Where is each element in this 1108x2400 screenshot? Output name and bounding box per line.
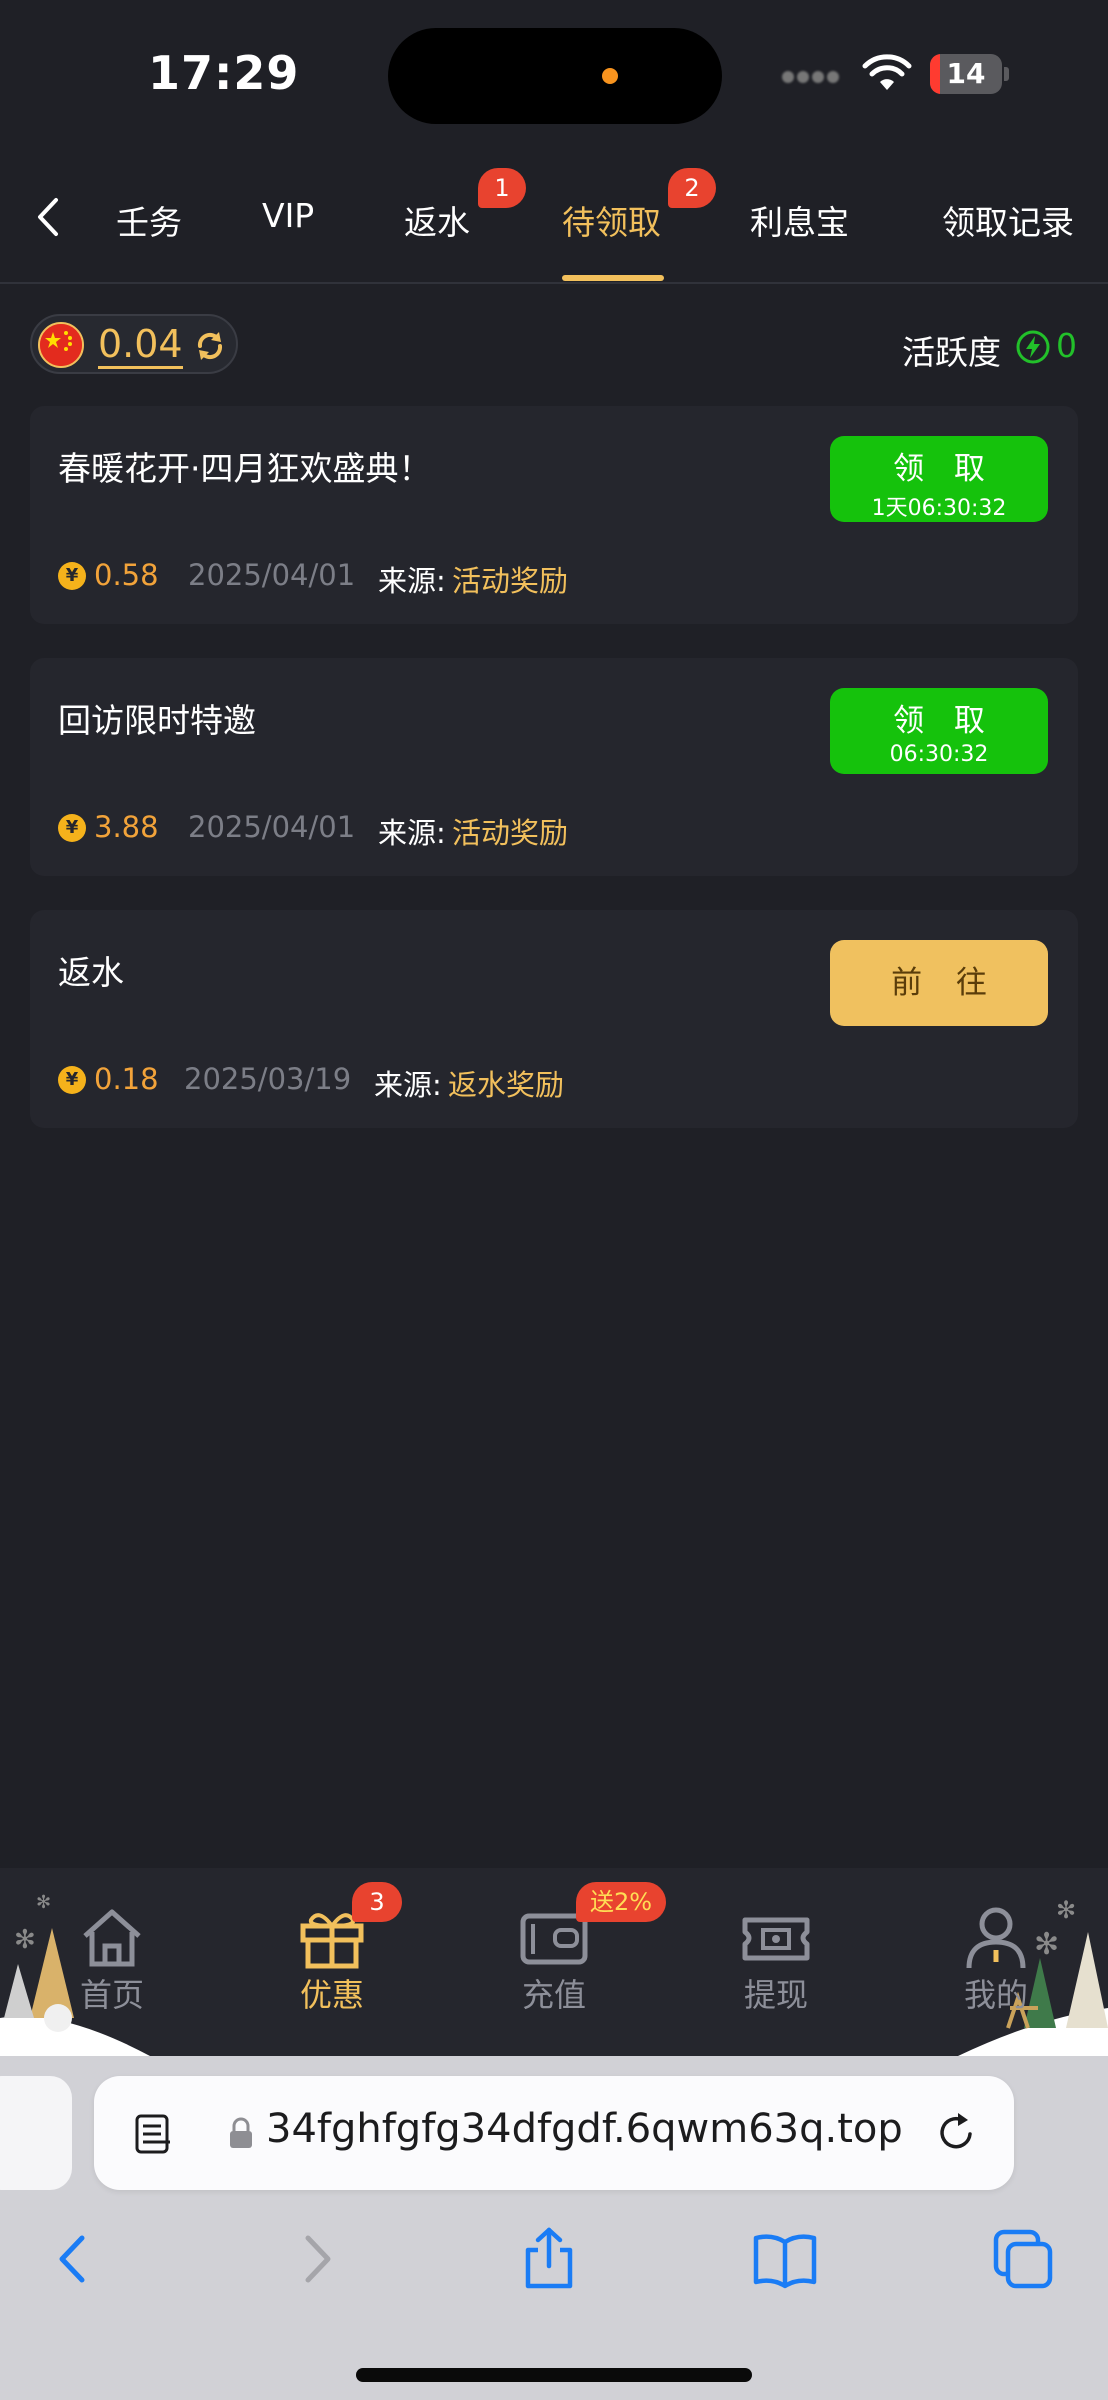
bottom-nav: ✻ ✻ ✻ ✻ 首页 优惠 3 充值 送2% 提现 我的 (0, 1868, 1108, 2056)
forward-icon[interactable] (280, 2224, 350, 2294)
nav-deposit-promo-badge: 送2% (576, 1882, 666, 1922)
back-icon[interactable] (40, 2224, 110, 2294)
refresh-icon[interactable] (192, 328, 228, 364)
nav-deposit-label: 充值 (521, 1976, 586, 2014)
status-time: 17:29 (148, 46, 300, 100)
china-flag-icon (38, 322, 84, 368)
claim-countdown: 1天06:30:32 (871, 496, 1007, 521)
balance-pill[interactable]: 0.04 (30, 314, 238, 374)
nav-profile-label: 我的 (963, 1976, 1028, 2014)
yuan-coin-icon: ¥ (58, 814, 86, 842)
status-bar: 17:29 14 (0, 0, 1108, 150)
reward-date: 2025/03/19 (184, 1062, 352, 1096)
url-text: 34fghfgfg34dfgdf.6qwm63q.top (266, 2106, 903, 2152)
nav-home-label: 首页 (79, 1976, 144, 2014)
battery-level: 14 (946, 57, 986, 90)
reward-title: 春暖花开·四月狂欢盛典！ (58, 449, 432, 488)
tab-tasks[interactable]: 壬务 (116, 196, 182, 244)
reward-card: 春暖花开·四月狂欢盛典！ ¥ 0.58 2025/04/01 来源: 活动奖励 … (30, 406, 1078, 624)
claim-button[interactable]: 领 取 1天06:30:32 (830, 436, 1048, 522)
camera-indicator-dot (602, 68, 618, 84)
reward-amount: 0.58 (94, 558, 159, 592)
svg-text:✻: ✻ (14, 1925, 36, 1955)
address-bar[interactable]: 34fghfgfg34dfgdf.6qwm63q.top (94, 2076, 1014, 2190)
reader-mode-icon[interactable] (134, 2112, 174, 2156)
claim-countdown: 06:30:32 (889, 742, 989, 767)
withdraw-icon (742, 1917, 810, 1961)
yuan-coin-icon: ¥ (58, 562, 86, 590)
tab-claim-history[interactable]: 领取记录 (942, 196, 1074, 244)
reward-date: 2025/04/01 (188, 558, 356, 592)
go-button[interactable]: 前 往 (830, 940, 1048, 1026)
yuan-coin-icon: ¥ (58, 1066, 86, 1094)
claim-button-label: 领 取 (893, 703, 995, 739)
nav-offers-badge: 3 (352, 1882, 402, 1922)
bookmarks-icon[interactable] (750, 2224, 820, 2294)
back-chevron-icon[interactable] (28, 192, 68, 242)
previous-tab-card[interactable] (0, 2076, 72, 2190)
reward-title: 返水 (58, 953, 124, 992)
tab-pending-claim-badge: 2 (668, 168, 716, 208)
nav-home[interactable]: 首页 (42, 1902, 182, 2042)
reward-source-value: 活动奖励 (452, 564, 569, 598)
claim-button-label: 领 取 (893, 451, 995, 487)
home-indicator[interactable] (356, 2368, 752, 2382)
home-icon (83, 1909, 141, 1967)
reward-card: 返水 ¥ 0.18 2025/03/19 来源: 返水奖励 前 往 (30, 910, 1078, 1128)
tab-pending-claim[interactable]: 待领取 (562, 196, 661, 244)
tab-bar: 壬务 VIP 返水 1 待领取 2 利息宝 领取记录 (0, 150, 1108, 284)
nav-withdraw-label: 提现 (743, 1976, 808, 2014)
app-root: 17:29 14 壬务 VIP 返水 1 待领取 2 利息宝 领取记录 0.04… (0, 0, 1108, 2400)
nav-offers[interactable]: 优惠 (262, 1902, 402, 2042)
url-field[interactable]: 34fghfgfg34dfgdf.6qwm63q.top (266, 2106, 916, 2152)
activity-value: 0 (1056, 326, 1077, 365)
activity-label: 活跃度 (902, 333, 1001, 372)
nav-deposit[interactable]: 充值 (484, 1902, 624, 2042)
reward-date: 2025/04/01 (188, 810, 356, 844)
profile-icon (966, 1907, 1026, 1969)
tabs-icon[interactable] (988, 2224, 1058, 2294)
reward-source-label: 来源: (378, 564, 446, 598)
dynamic-island (388, 28, 722, 124)
active-tab-indicator (562, 275, 664, 281)
reward-source-label: 来源: (378, 816, 446, 850)
share-icon[interactable] (514, 2224, 584, 2294)
balance-amount: 0.04 (98, 322, 183, 369)
cellular-signal-icon (782, 68, 844, 90)
tab-interest[interactable]: 利息宝 (750, 196, 849, 244)
lock-icon (230, 2117, 252, 2148)
nav-profile[interactable]: 我的 (926, 1902, 1066, 2042)
reward-source-label: 来源: (374, 1068, 442, 1102)
claim-button[interactable]: 领 取 06:30:32 (830, 688, 1048, 774)
tab-vip[interactable]: VIP (262, 196, 314, 235)
reward-amount: 0.18 (94, 1062, 159, 1096)
browser-toolbar: 34fghfgfg34dfgdf.6qwm63q.top (0, 2056, 1108, 2400)
reload-icon[interactable] (934, 2110, 980, 2156)
tab-rebate[interactable]: 返水 (404, 196, 470, 244)
nav-offers-label: 优惠 (299, 1976, 364, 2014)
wifi-icon (862, 54, 912, 90)
tab-rebate-badge: 1 (478, 168, 526, 208)
reward-source-value: 返水奖励 (448, 1068, 565, 1102)
nav-withdraw[interactable]: 提现 (706, 1902, 846, 2042)
reward-source-value: 活动奖励 (452, 816, 569, 850)
battery-icon: 14 (930, 54, 1010, 94)
lightning-icon (1016, 330, 1050, 364)
reward-amount: 3.88 (94, 810, 159, 844)
reward-title: 回访限时特邀 (58, 701, 256, 740)
reward-card: 回访限时特邀 ¥ 3.88 2025/04/01 来源: 活动奖励 领 取 06… (30, 658, 1078, 876)
